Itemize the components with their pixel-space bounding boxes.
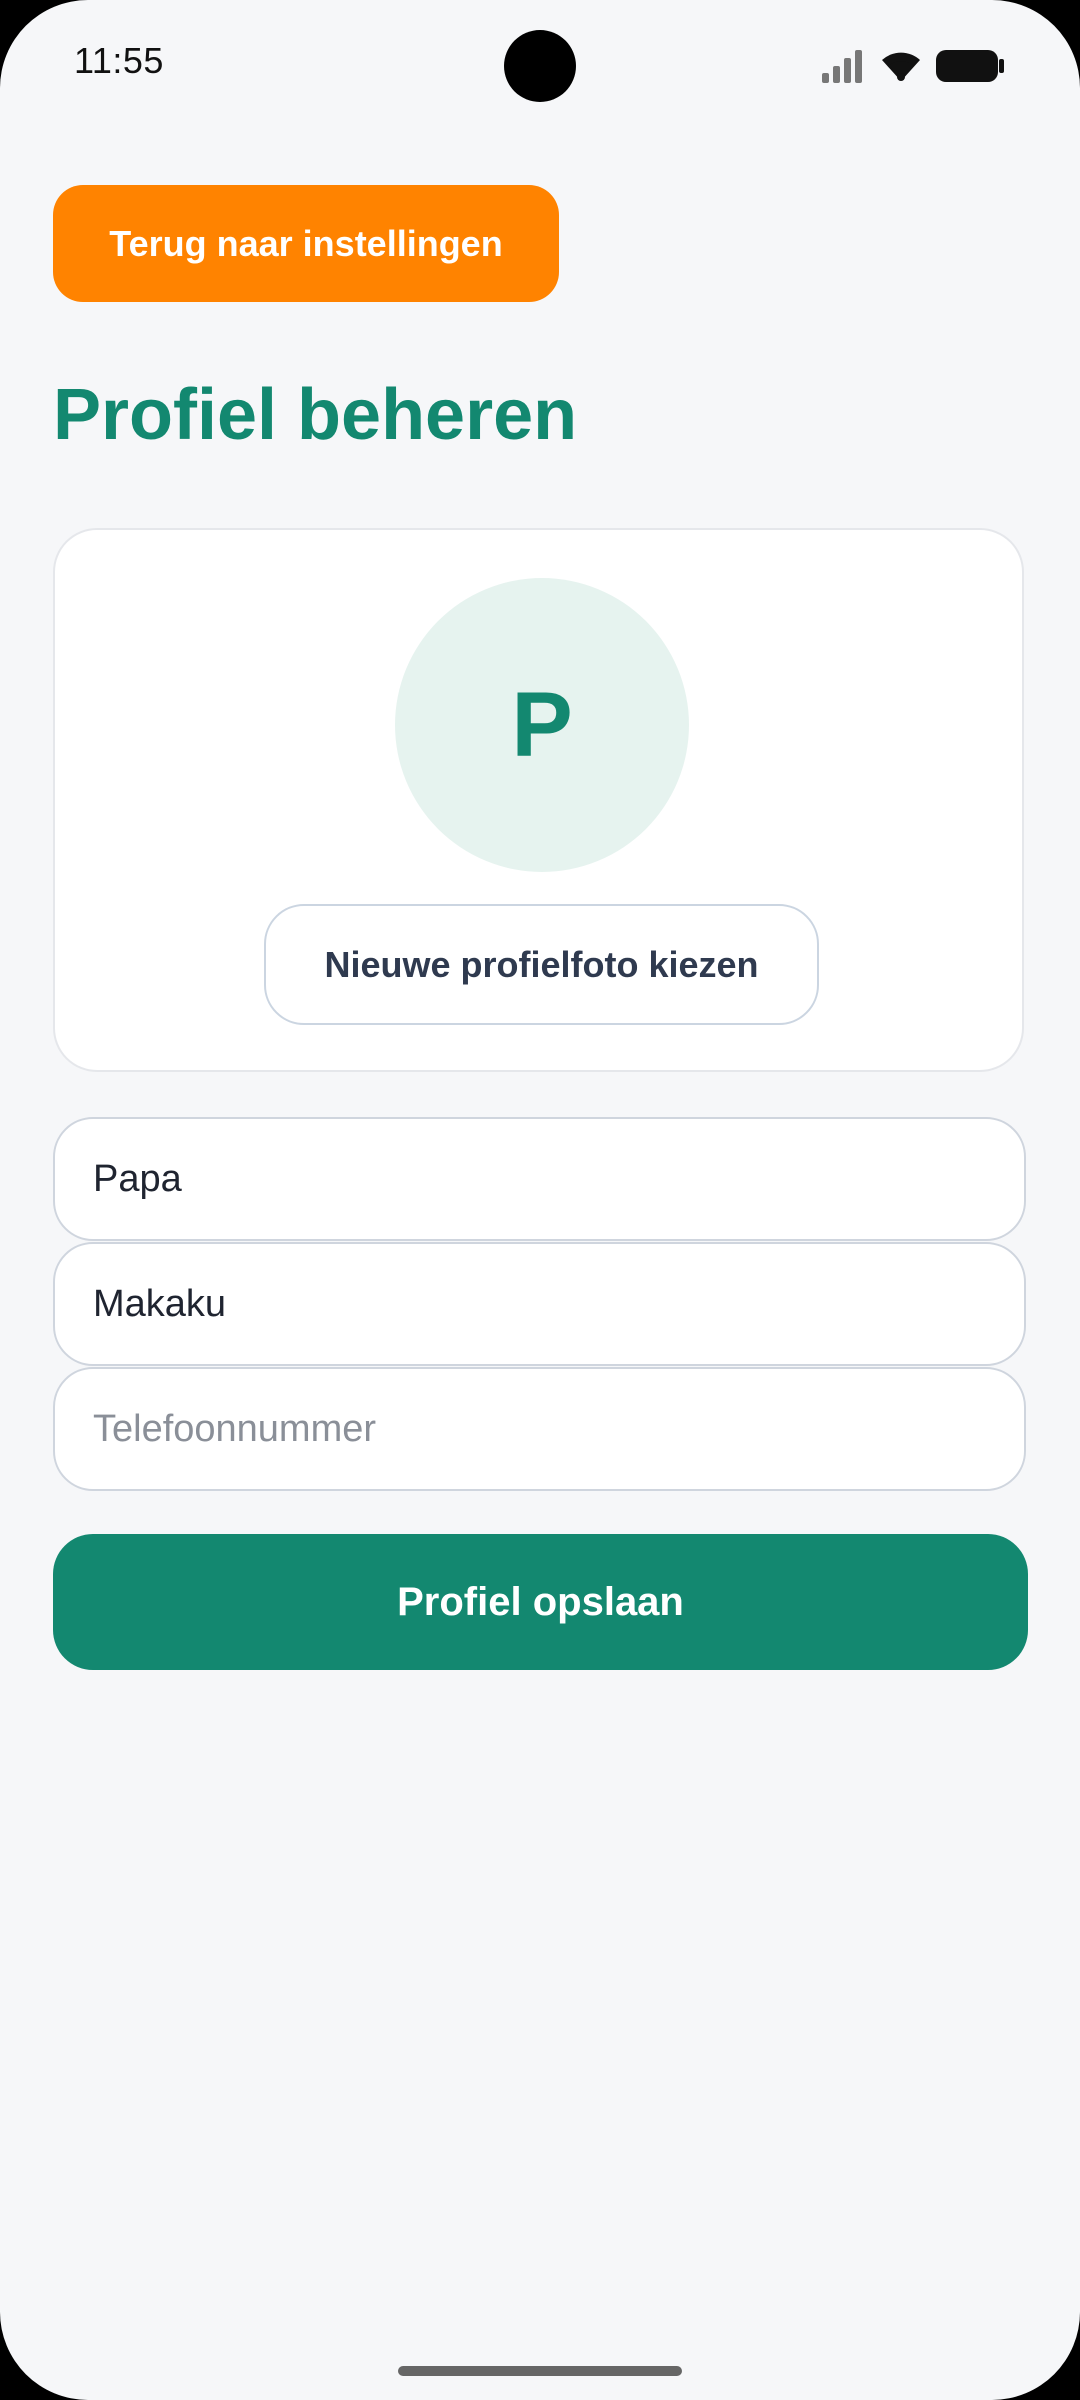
avatar[interactable]: P bbox=[395, 578, 689, 872]
avatar-initial: P bbox=[511, 673, 573, 776]
camera-cutout bbox=[504, 30, 576, 102]
status-icons bbox=[822, 46, 1006, 86]
choose-profile-photo-button[interactable]: Nieuwe profielfoto kiezen bbox=[264, 904, 819, 1025]
page-title: Profiel beheren bbox=[53, 375, 578, 455]
phone-field[interactable] bbox=[53, 1367, 1026, 1491]
status-bar: 11:55 bbox=[0, 0, 1080, 130]
wifi-icon bbox=[880, 49, 922, 83]
signal-icon bbox=[822, 49, 866, 83]
first-name-field[interactable] bbox=[53, 1117, 1026, 1241]
avatar-card: P Nieuwe profielfoto kiezen bbox=[53, 528, 1024, 1072]
battery-icon bbox=[936, 48, 1006, 84]
last-name-field[interactable] bbox=[53, 1242, 1026, 1366]
phone-screen: 11:55 Terug naar instellingen Profiel be… bbox=[0, 0, 1080, 2400]
back-to-settings-button[interactable]: Terug naar instellingen bbox=[53, 185, 559, 302]
save-profile-button[interactable]: Profiel opslaan bbox=[53, 1534, 1028, 1670]
home-indicator[interactable] bbox=[398, 2366, 682, 2376]
status-time: 11:55 bbox=[74, 40, 164, 81]
